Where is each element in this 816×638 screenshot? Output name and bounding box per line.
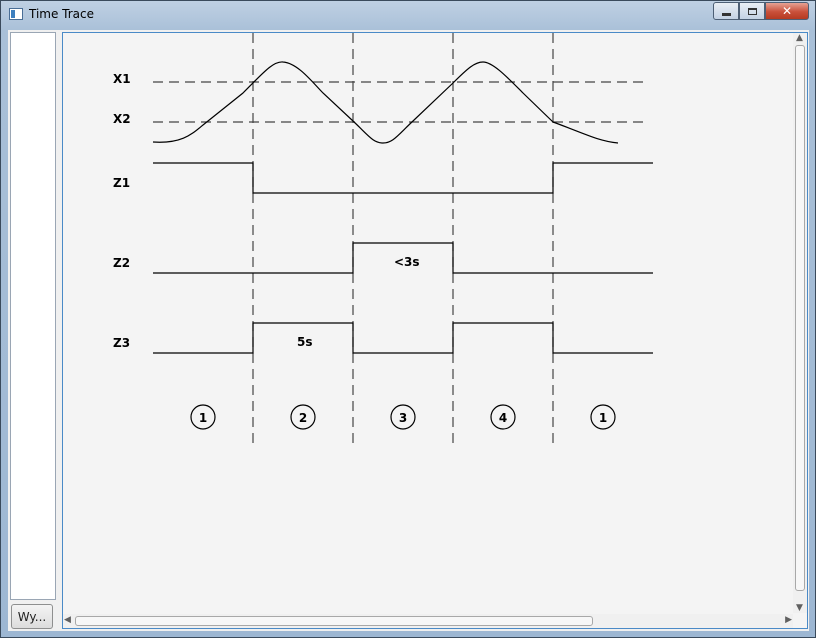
z3-duration-label: 5s xyxy=(297,335,313,349)
left-panel xyxy=(10,32,56,600)
close-button[interactable]: ✕ xyxy=(765,2,809,20)
window-controls: ✕ xyxy=(713,2,809,21)
phase-number: 1 xyxy=(599,411,607,425)
scroll-down-icon[interactable]: ▼ xyxy=(796,603,803,613)
minimize-icon xyxy=(721,12,731,16)
scroll-right-icon[interactable]: ▶ xyxy=(785,615,792,625)
horizontal-scroll-thumb[interactable] xyxy=(75,616,593,626)
maximize-button[interactable] xyxy=(739,2,765,20)
diagram-canvas: X1 X2 Z1 Z2 Z3 <3s 5s 1 2 3 4 1 ▲ ▼ ◀ ▶ xyxy=(62,32,808,629)
timing-diagram: X1 X2 Z1 Z2 Z3 <3s 5s 1 2 3 4 1 xyxy=(113,33,653,443)
z3-signal xyxy=(153,322,653,354)
window-title: Time Trace xyxy=(29,7,95,21)
x1-label: X1 xyxy=(113,72,131,86)
horizontal-scrollbar[interactable]: ◀ ▶ xyxy=(63,614,793,628)
phase-number: 4 xyxy=(499,411,507,425)
z3-label: Z3 xyxy=(113,336,130,350)
client-area: Wy... X1 X2 Z1 Z2 Z3 <3s 5s 1 2 3 4 1 ▲ … xyxy=(8,30,809,631)
scroll-left-icon[interactable]: ◀ xyxy=(64,615,71,625)
maximize-icon xyxy=(747,7,757,15)
vertical-scrollbar[interactable]: ▲ ▼ xyxy=(793,33,807,613)
phase-number: 1 xyxy=(199,411,207,425)
z2-duration-label: <3s xyxy=(394,255,420,269)
scroll-up-icon[interactable]: ▲ xyxy=(796,33,803,43)
analog-waveform xyxy=(152,61,619,144)
x2-label: X2 xyxy=(113,112,131,126)
vertical-scroll-thumb[interactable] xyxy=(795,45,805,591)
time-trace-window: Time Trace ✕ Wy... X1 X2 Z1 Z2 Z3 <3s 5s… xyxy=(0,0,816,638)
title-bar[interactable]: Time Trace ✕ xyxy=(1,1,815,29)
phase-number: 2 xyxy=(299,411,307,425)
minimize-button[interactable] xyxy=(713,2,739,20)
close-icon: ✕ xyxy=(781,4,793,18)
phase-number: 3 xyxy=(399,411,407,425)
z2-label: Z2 xyxy=(113,256,130,270)
app-window-icon[interactable] xyxy=(9,8,23,20)
z1-signal xyxy=(153,162,653,194)
wy-button[interactable]: Wy... xyxy=(11,604,53,629)
z1-label: Z1 xyxy=(113,176,130,190)
